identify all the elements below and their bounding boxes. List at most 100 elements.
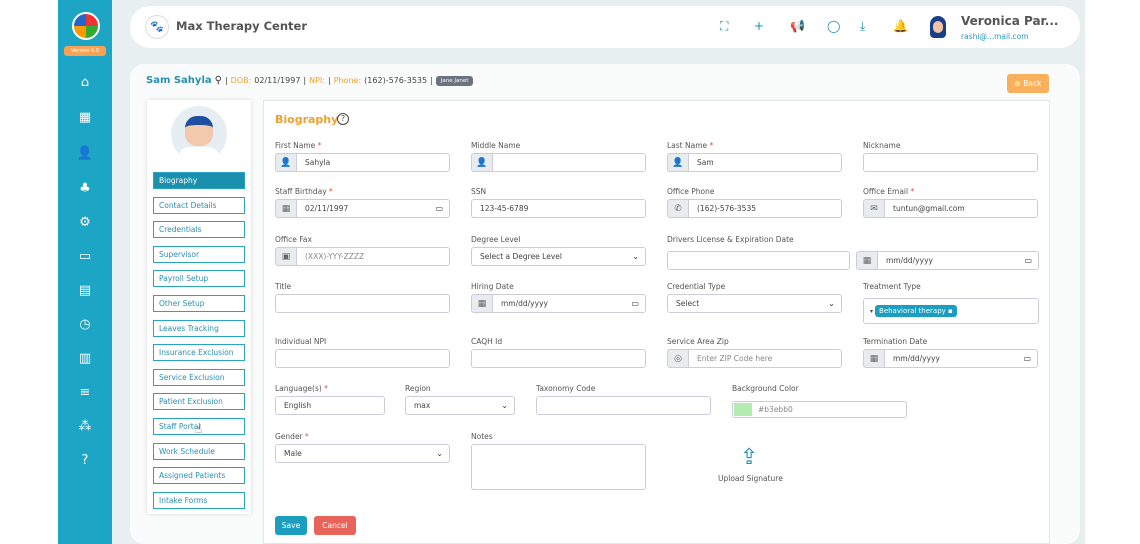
chat-icon[interactable]: ◯	[827, 19, 840, 33]
sitemap-icon[interactable]: ⁂	[58, 416, 112, 438]
phone-label: Phone:	[333, 76, 362, 85]
menu-icon[interactable]: ≡	[58, 382, 112, 404]
menu-item-service-exclusion[interactable]: Service Exclusion	[153, 368, 245, 386]
language-input[interactable]: English	[275, 396, 385, 415]
calendar-icon[interactable]: ▦	[58, 107, 112, 129]
termination-label: Termination Date	[863, 337, 927, 346]
menu-item-contact-details[interactable]: Contact Details	[153, 196, 245, 214]
bell-icon[interactable]: 🔔	[893, 19, 908, 33]
zip-prefix-icon: ◎	[667, 349, 689, 368]
credential-label: Credential Type	[667, 282, 725, 291]
avatar[interactable]	[930, 16, 946, 38]
menu-item-other-setup[interactable]: Other Setup	[153, 295, 245, 312]
npi-label-text: Individual NPI	[275, 337, 327, 346]
calendar-icon[interactable]: ▭	[631, 299, 639, 308]
termination-label-text: Termination Date	[863, 337, 928, 346]
download-icon[interactable]: ⤓	[860, 19, 865, 34]
menu-item-payroll-setup[interactable]: Payroll Setup	[153, 270, 245, 288]
menu-item-patient-exclusion[interactable]: Patient Exclusion	[153, 393, 245, 411]
upload-signature-label[interactable]: Upload Signature	[718, 474, 783, 483]
calendar-icon[interactable]: ▭	[1024, 256, 1032, 265]
treatment-type-input[interactable]: ▾ Behavioral therapy ▪	[863, 298, 1039, 324]
first-name-input[interactable]: Sahyla	[297, 153, 450, 172]
menu-item-intake-forms[interactable]: Intake Forms	[153, 491, 245, 509]
nickname-label: Nickname	[863, 141, 900, 150]
treatment-tag[interactable]: Behavioral therapy ▪	[875, 305, 957, 317]
drivers-license-input[interactable]	[667, 251, 850, 270]
office-phone-label-text: Office Phone	[667, 187, 715, 196]
office-fax-label-text: Office Fax	[275, 235, 312, 244]
calendar-icon[interactable]: ▭	[435, 204, 443, 213]
menu-item-insurance-exclusion[interactable]: Insurance Exclusion	[153, 344, 245, 362]
caqh-input[interactable]	[471, 349, 646, 368]
users-icon[interactable]: ♣	[58, 178, 112, 200]
menu-item-assigned-patients[interactable]: Assigned Patients	[153, 467, 245, 485]
background-color-input[interactable]: #b3ebb0	[732, 401, 907, 418]
document-icon[interactable]: ▤	[58, 280, 112, 302]
search-icon[interactable]: ⚲	[215, 75, 222, 86]
last-name-input[interactable]: Sam	[689, 153, 842, 172]
office-email-prefix-icon: ✉	[863, 199, 885, 218]
title-f-input[interactable]	[275, 294, 450, 313]
remove-tag-icon[interactable]: ▪	[948, 307, 953, 315]
hiring-prefix-icon: ▦	[471, 294, 493, 313]
fullscreen-icon[interactable]: ⛶	[720, 19, 728, 34]
user-name[interactable]: Veronica Par...	[961, 14, 1058, 28]
help-icon[interactable]: ?	[58, 450, 112, 472]
calendar-icon[interactable]: ▭	[1023, 354, 1031, 363]
bar-chart-icon[interactable]: ▥	[58, 348, 112, 370]
upload-icon[interactable]: ⇪	[740, 445, 758, 470]
menu-item-work-schedule[interactable]: Work Schedule	[153, 442, 245, 460]
app-logo[interactable]	[72, 12, 100, 40]
cancel-button[interactable]: Cancel	[314, 516, 356, 535]
degree-input[interactable]: Select a Degree Level ⌄	[471, 247, 646, 266]
gender-input[interactable]: Male ⌄	[275, 444, 450, 463]
office-phone-value: (162)-576-3535	[697, 204, 756, 213]
calendar-icon: ▦	[856, 251, 878, 270]
office-phone-input[interactable]: (162)-576-3535	[689, 199, 842, 218]
license-expiration-input[interactable]: mm/dd/yyyy ▭	[878, 251, 1039, 270]
first-name-label-text: First Name	[275, 141, 316, 150]
office-fax-input[interactable]: (XXX)-YYY-ZZZZ	[297, 247, 450, 266]
zip-input[interactable]: Enter ZIP Code here	[689, 349, 842, 368]
ssn-input[interactable]: 123-45-6789	[471, 199, 646, 218]
menu-item-leaves-tracking[interactable]: Leaves Tracking	[153, 319, 245, 337]
ssn-value: 123-45-6789	[480, 204, 529, 213]
help-circle-icon[interactable]: ?	[337, 113, 349, 125]
license-expiration-field: ▦ mm/dd/yyyy ▭	[856, 251, 1039, 270]
region-label-text: Region	[405, 384, 431, 393]
office-email-label: Office Email *	[863, 187, 915, 196]
notes-input[interactable]	[471, 444, 646, 490]
chevron-down-icon: ⌄	[632, 252, 639, 261]
credential-input[interactable]: Select ⌄	[667, 294, 842, 313]
home-icon[interactable]: ⌂	[58, 72, 112, 94]
office-fax-placeholder: (XXX)-YYY-ZZZZ	[305, 252, 365, 261]
birthday-input[interactable]: 02/11/1997 ▭	[297, 199, 450, 218]
settings-icon[interactable]: ⚙	[58, 212, 112, 234]
credit-card-icon[interactable]: ▭	[58, 246, 112, 268]
region-input[interactable]: max ⌄	[405, 396, 515, 415]
menu-item-credentials[interactable]: Credentials	[153, 221, 245, 239]
user-email: rashi@...mail.com	[961, 32, 1029, 41]
nickname-input[interactable]	[863, 153, 1038, 172]
middle-name-label: Middle Name	[471, 141, 520, 150]
menu-item-biography[interactable]: Biography	[153, 172, 245, 189]
color-swatch[interactable]	[734, 403, 752, 416]
plus-icon[interactable]: +	[754, 19, 764, 33]
npi-input[interactable]	[275, 349, 450, 368]
taxonomy-input[interactable]	[536, 396, 711, 415]
megaphone-icon[interactable]: 📢	[790, 19, 805, 33]
office-email-input[interactable]: tuntun@gmail.com	[885, 199, 1038, 218]
menu-item-supervisor[interactable]: Supervisor	[153, 245, 245, 263]
clock-icon[interactable]: ◷	[58, 314, 112, 336]
hiring-input[interactable]: mm/dd/yyyy ▭	[493, 294, 646, 313]
office-phone-field: ✆ (162)-576-3535	[667, 199, 842, 218]
last-name-prefix-icon: 👤	[667, 153, 689, 172]
middle-name-input[interactable]	[493, 153, 646, 172]
dob-value: 02/11/1997	[254, 76, 301, 85]
save-button[interactable]: Save	[275, 516, 307, 535]
back-button[interactable]: ⊕ Back	[1007, 74, 1049, 93]
termination-input[interactable]: mm/dd/yyyy ▭	[885, 349, 1038, 368]
caqh-label-text: CAQH Id	[471, 337, 503, 346]
add-user-icon[interactable]: 👤	[58, 143, 112, 165]
